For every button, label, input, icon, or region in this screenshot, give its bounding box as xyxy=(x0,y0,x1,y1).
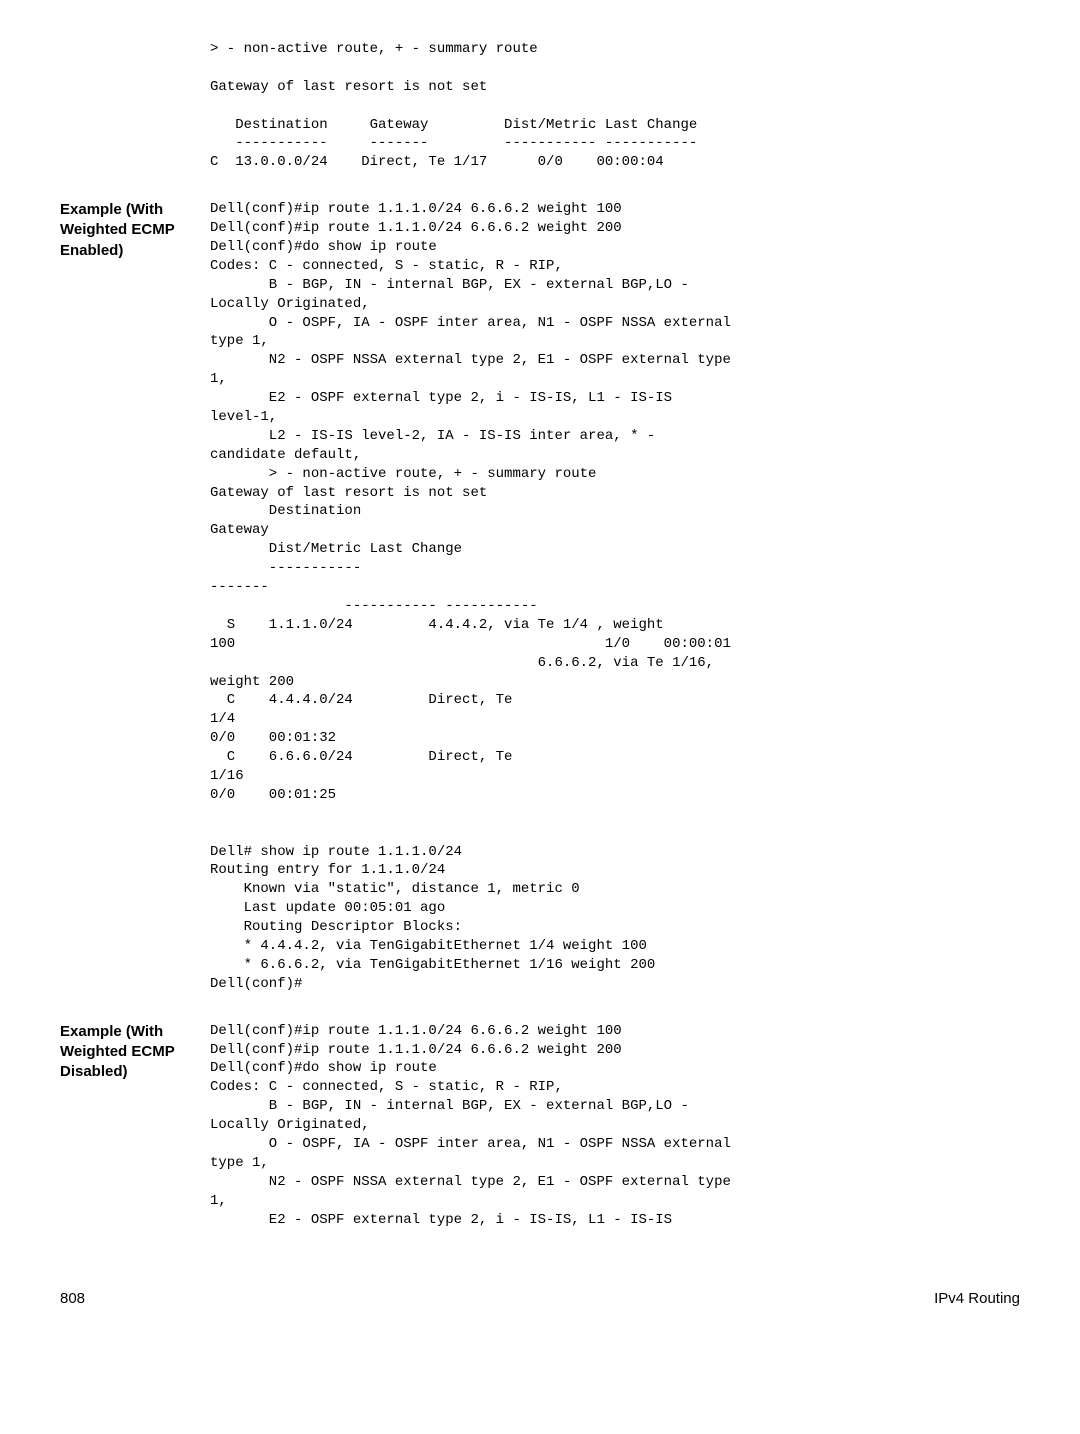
example-label-weighted-ecmp-disabled: Example (With Weighted ECMP Disabled) xyxy=(60,1022,210,1083)
example-code-weighted-ecmp-enabled: Dell(conf)#ip route 1.1.1.0/24 6.6.6.2 w… xyxy=(210,200,1020,993)
example-code-weighted-ecmp-disabled: Dell(conf)#ip route 1.1.1.0/24 6.6.6.2 w… xyxy=(210,1022,1020,1230)
page-number: 808 xyxy=(60,1289,85,1309)
example-label-weighted-ecmp-enabled: Example (With Weighted ECMP Enabled) xyxy=(60,200,210,261)
section-title: IPv4 Routing xyxy=(934,1289,1020,1309)
top-code-block: > - non-active route, + - summary route … xyxy=(210,40,1020,172)
